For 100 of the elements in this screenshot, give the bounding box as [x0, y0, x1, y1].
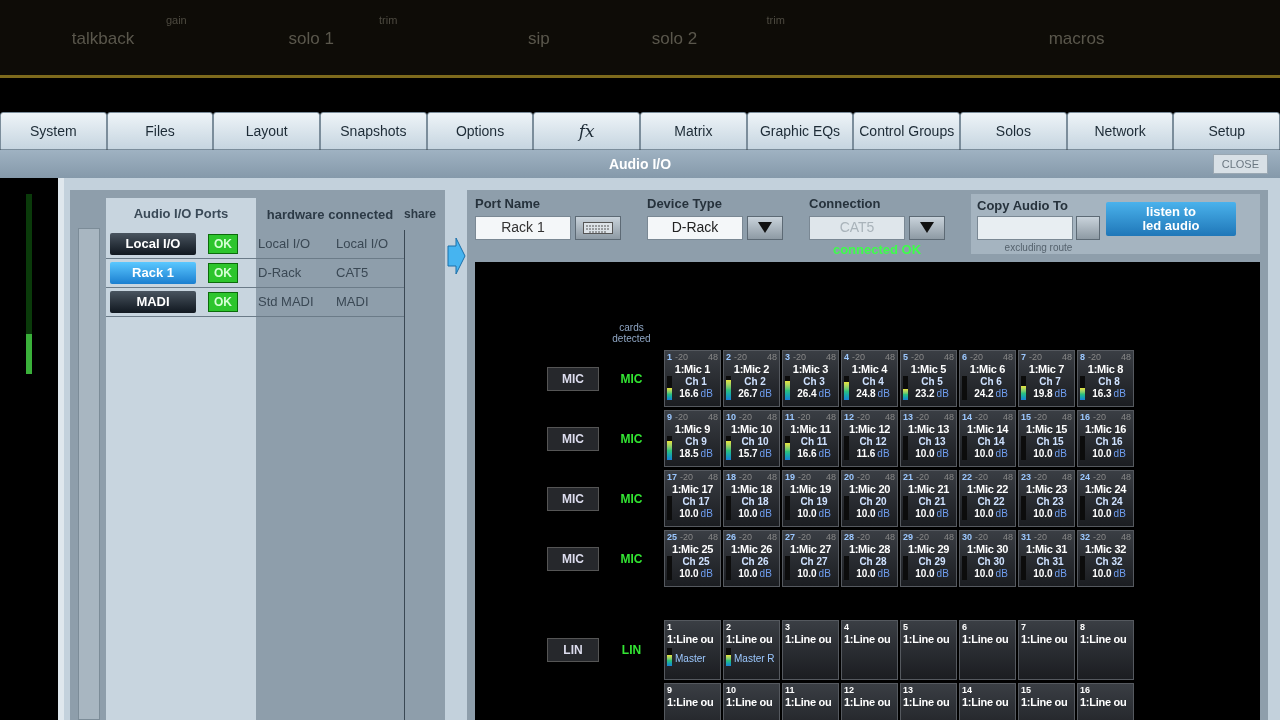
channel-tile[interactable]: 9 -20 48 1:Mic 9 Ch 9 18.5 dB	[664, 410, 721, 467]
channel-tile[interactable]: 12 -20 48 1:Mic 12 Ch 12 11.6 dB	[841, 410, 898, 467]
tile-name: 1:Line ou	[844, 695, 892, 709]
input-type-button[interactable]: MIC	[547, 486, 599, 511]
channel-tile[interactable]: 13 -20 48 1:Mic 13 Ch 13 10.0 dB	[900, 410, 957, 467]
input-type-button[interactable]: MIC	[547, 366, 599, 391]
channel-tile[interactable]: 3 -20 48 1:Mic 3 Ch 3 26.4 dB	[782, 350, 839, 407]
channel-number: 4	[844, 352, 849, 362]
channel-tile[interactable]: 17 -20 48 1:Mic 17 Ch 17 10.0 dB	[664, 470, 721, 527]
scale-label: 48	[885, 532, 895, 542]
channel-tile[interactable]: 11 -20 48 1:Mic 11 Ch 11 16.6 dB	[782, 410, 839, 467]
channel-tile[interactable]: 14 -20 48 1:Mic 14 Ch 14 10.0 dB	[959, 410, 1016, 467]
dropdown-button[interactable]	[909, 215, 945, 240]
channel-tile[interactable]: 16 -20 48 1:Mic 16 Ch 16 10.0 dB	[1077, 410, 1134, 467]
channel-tile[interactable]: 8 -20 48 1:Mic 8 Ch 8 16.3 dB	[1077, 350, 1134, 407]
dropdown-button[interactable]	[747, 215, 783, 240]
output-tile[interactable]: 8 1:Line ou	[1077, 620, 1134, 680]
port-button[interactable]: MADI	[110, 291, 196, 313]
channel-tile[interactable]: 6 -20 48 1:Mic 6 Ch 6 24.2 dB	[959, 350, 1016, 407]
input-type-button[interactable]: LIN	[547, 638, 599, 662]
tab[interactable]: Snapshots	[320, 112, 427, 150]
channel-tile[interactable]: 21 -20 48 1:Mic 21 Ch 21 10.0 dB	[900, 470, 957, 527]
channel-tile[interactable]: 22 -20 48 1:Mic 22 Ch 22 10.0 dB	[959, 470, 1016, 527]
tab[interactable]: System	[0, 112, 107, 150]
output-tile[interactable]: 5 1:Line ou	[900, 620, 957, 680]
output-tile[interactable]: 9 1:Line ou	[664, 683, 721, 720]
channel-label: Ch 13	[918, 436, 946, 448]
channel-tile[interactable]: 5 -20 48 1:Mic 5 Ch 5 23.2 dB	[900, 350, 957, 407]
tab[interactable]: Options	[426, 112, 534, 150]
close-button[interactable]: CLOSE	[1212, 154, 1268, 174]
output-tile[interactable]: 13 1:Line ou	[900, 683, 957, 720]
detected-label: MIC	[619, 550, 644, 568]
status-badge: OK	[208, 292, 238, 312]
scale-label: -20	[1034, 532, 1048, 542]
channel-number: 24	[1080, 472, 1090, 482]
channel-tile[interactable]: 20 -20 48 1:Mic 20 Ch 20 10.0 dB	[841, 470, 898, 527]
channel-tile[interactable]: 19 -20 48 1:Mic 19 Ch 19 10.0 dB	[782, 470, 839, 527]
channel-tile[interactable]: 26 -20 48 1:Mic 26 Ch 26 10.0 dB	[723, 530, 780, 587]
device-type-dropdown[interactable]: D-Rack	[647, 215, 743, 240]
channel-tile[interactable]: 18 -20 48 1:Mic 18 Ch 18 10.0 dB	[723, 470, 780, 527]
output-tile[interactable]: 14 1:Line ou	[959, 683, 1016, 720]
output-tile[interactable]: 12 1:Line ou	[841, 683, 898, 720]
scale-label: 48	[1003, 472, 1013, 482]
unit-label: dB	[936, 448, 949, 460]
tab[interactable]: Solos	[960, 112, 1067, 150]
channel-tile[interactable]: 24 -20 48 1:Mic 24 Ch 24 10.0 dB	[1077, 470, 1134, 527]
caret-icon	[920, 222, 934, 233]
level-meter	[1080, 496, 1085, 520]
output-tile[interactable]: 11 1:Line ou	[782, 683, 839, 720]
tile-name: 1:Line ou	[1021, 695, 1069, 709]
channel-tile[interactable]: 10 -20 48 1:Mic 10 Ch 10 15.7 dB	[723, 410, 780, 467]
channel-tile[interactable]: 4 -20 48 1:Mic 4 Ch 4 24.8 dB	[841, 350, 898, 407]
level-meter	[1021, 496, 1026, 520]
output-tile[interactable]: 10 1:Line ou	[723, 683, 780, 720]
output-tile[interactable]: 16 1:Line ou	[1077, 683, 1134, 720]
channel-number: 9	[667, 412, 672, 422]
channel-tile[interactable]: 32 -20 48 1:Mic 32 Ch 32 10.0 dB	[1077, 530, 1134, 587]
port-name-field[interactable]: Rack 1	[475, 215, 571, 240]
output-tile[interactable]: 6 1:Line ou	[959, 620, 1016, 680]
scale-label: 48	[708, 472, 718, 482]
channel-label: Ch 12	[859, 436, 887, 448]
channel-tile[interactable]: 1 -20 48 1:Mic 1 Ch 1 16.6 dB	[664, 350, 721, 407]
channel-tile[interactable]: 27 -20 48 1:Mic 27 Ch 27 10.0 dB	[782, 530, 839, 587]
channel-tile[interactable]: 31 -20 48 1:Mic 31 Ch 31 10.0 dB	[1018, 530, 1075, 587]
output-tile[interactable]: 3 1:Line ou	[782, 620, 839, 680]
tab[interactable]: fx	[533, 112, 641, 150]
channel-label: Ch 24	[1095, 496, 1123, 508]
tab[interactable]: Layout	[213, 112, 320, 150]
channel-tile[interactable]: 28 -20 48 1:Mic 28 Ch 28 10.0 dB	[841, 530, 898, 587]
tab[interactable]: Matrix	[640, 112, 747, 150]
channel-tile[interactable]: 7 -20 48 1:Mic 7 Ch 7 19.8 dB	[1018, 350, 1075, 407]
channel-number: 26	[726, 532, 736, 542]
port-button[interactable]: Local I/O	[110, 233, 196, 255]
tab[interactable]: Setup	[1173, 112, 1280, 150]
channel-tile[interactable]: 25 -20 48 1:Mic 25 Ch 25 10.0 dB	[664, 530, 721, 587]
tile-name: 1:Mic 24	[1083, 482, 1128, 496]
output-tile[interactable]: 15 1:Line ou	[1018, 683, 1075, 720]
gain-value: 10.0	[1033, 508, 1053, 520]
channel-tile[interactable]: 2 -20 48 1:Mic 2 Ch 2 26.7 dB	[723, 350, 780, 407]
keyboard-button[interactable]	[575, 215, 621, 240]
output-tile[interactable]: 7 1:Line ou	[1018, 620, 1075, 680]
tile-name: 1:Mic 19	[788, 482, 833, 496]
channel-tile[interactable]: 30 -20 48 1:Mic 30 Ch 30 10.0 dB	[959, 530, 1016, 587]
input-type-button[interactable]: MIC	[547, 546, 599, 571]
channel-tile[interactable]: 23 -20 48 1:Mic 23 Ch 23 10.0 dB	[1018, 470, 1075, 527]
input-type-button[interactable]: MIC	[547, 426, 599, 451]
listen-button[interactable]: listen to led audio	[1106, 202, 1236, 236]
column-header: share	[404, 206, 438, 223]
tile-name: 1:Mic 22	[965, 482, 1010, 496]
tab[interactable]: Graphic EQs	[746, 112, 854, 150]
channel-tile[interactable]: 29 -20 48 1:Mic 29 Ch 29 10.0 dB	[900, 530, 957, 587]
channel-tile[interactable]: 15 -20 48 1:Mic 15 Ch 15 10.0 dB	[1018, 410, 1075, 467]
tab[interactable]: Files	[106, 112, 214, 150]
output-tile[interactable]: 2 1:Line ou Master R	[723, 620, 780, 680]
output-tile[interactable]: 1 1:Line ou Master	[664, 620, 721, 680]
tab[interactable]: Network	[1066, 112, 1174, 150]
channel-label: Ch 16	[1095, 436, 1123, 448]
tab[interactable]: Control Groups	[853, 112, 961, 150]
copy-audio-field[interactable]	[977, 215, 1073, 240]
output-tile[interactable]: 4 1:Line ou	[841, 620, 898, 680]
